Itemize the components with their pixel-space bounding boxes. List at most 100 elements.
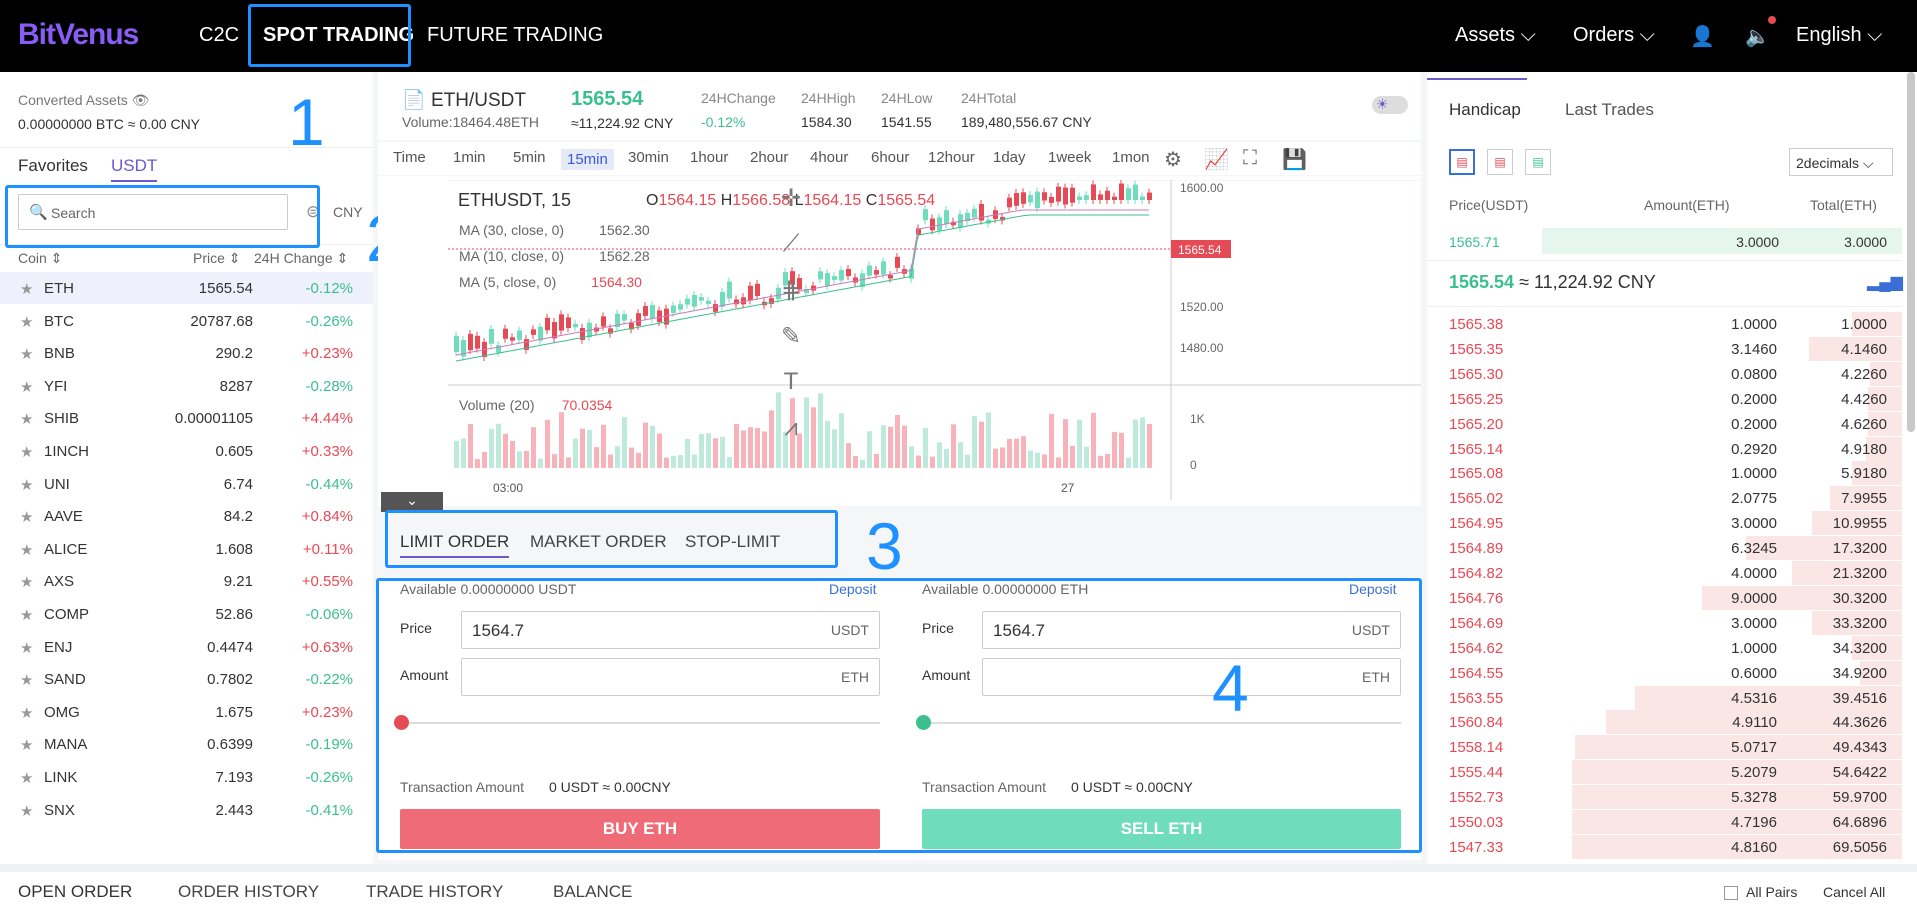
interval-4hour[interactable]: 4hour (810, 149, 848, 166)
eye-icon[interactable]: 👁 (132, 92, 150, 108)
col-24h-change[interactable]: 24H Change ⇕ (254, 250, 348, 267)
nav-orders[interactable]: Orders ⌵ (1573, 24, 1655, 47)
language-select[interactable]: English ⌵ (1796, 24, 1882, 47)
tab-balance[interactable]: BALANCE (553, 882, 632, 902)
ask-row[interactable]: 1565.25 0.2000 4.4260 (1427, 386, 1917, 412)
nav-future-trading[interactable]: FUTURE TRADING (427, 24, 603, 47)
ask-row[interactable]: 1565.08 1.0000 5.9180 (1427, 461, 1917, 486)
ask-row[interactable]: 1547.33 4.8160 69.5056 (1427, 834, 1917, 860)
interval-15min[interactable]: 15min (561, 149, 614, 170)
user-icon[interactable]: 👤 (1690, 24, 1715, 49)
settings-icon[interactable]: ⚙ (1164, 147, 1182, 172)
coin-row[interactable]: ★ LINK 7.193 -0.26% (0, 761, 373, 793)
ask-row[interactable]: 1565.38 1.0000 1.0000 (1427, 312, 1917, 337)
star-icon[interactable]: ★ (20, 704, 33, 722)
tab-trade-history[interactable]: TRADE HISTORY (366, 882, 503, 902)
star-icon[interactable]: ★ (20, 606, 33, 624)
ask-row[interactable]: 1564.89 6.3245 17.3200 (1427, 536, 1917, 561)
view-both-icon[interactable]: ▤ (1449, 149, 1475, 175)
tab-handicap[interactable]: Handicap (1449, 100, 1521, 120)
pattern-tool-icon[interactable]: ⩘ (773, 414, 809, 450)
interval-Time[interactable]: Time (393, 149, 426, 166)
view-bids-icon[interactable]: ▤ (1525, 149, 1551, 175)
tab-usdt[interactable]: USDT (111, 156, 158, 182)
col-coin[interactable]: Coin ⇕ (18, 250, 62, 267)
theme-toggle[interactable]: ☀ (1372, 96, 1408, 114)
interval-2hour[interactable]: 2hour (750, 149, 788, 166)
star-icon[interactable]: ★ (20, 410, 33, 428)
decimals-select[interactable]: 2decimals ⌵ (1789, 148, 1893, 176)
coin-row[interactable]: ★ SAND 0.7802 -0.22% (0, 663, 373, 695)
ask-row[interactable]: 1565.20 0.2000 4.6260 (1427, 411, 1917, 437)
star-icon[interactable]: ★ (20, 802, 33, 820)
ask-row[interactable]: 1564.62 1.0000 34.3200 (1427, 635, 1917, 661)
star-icon[interactable]: ★ (20, 313, 33, 331)
view-asks-icon[interactable]: ▤ (1487, 149, 1513, 175)
star-icon[interactable]: ★ (20, 736, 33, 754)
brush-tool-icon[interactable]: ✎ (773, 322, 809, 358)
fib-tool-icon[interactable]: ⋕ (773, 276, 809, 312)
ask-row[interactable]: 1555.44 5.2079 54.6422 (1427, 760, 1917, 785)
tab-last-trades[interactable]: Last Trades (1565, 100, 1654, 120)
ask-row[interactable]: 1565.02 2.0775 7.9955 (1427, 486, 1917, 511)
interval-5min[interactable]: 5min (513, 149, 546, 166)
ob-top-price[interactable]: 1565.71 (1449, 234, 1500, 250)
star-icon[interactable]: ★ (20, 639, 33, 657)
fullscreen-icon[interactable]: ⛶ (1243, 147, 1257, 170)
brand-logo[interactable]: BitVenus (18, 18, 139, 52)
ask-row[interactable]: 1552.73 5.3278 59.9700 (1427, 785, 1917, 810)
ask-row[interactable]: 1564.95 3.0000 10.9955 (1427, 511, 1917, 536)
pair-title[interactable]: 📄 ETH/USDT (402, 88, 526, 112)
coin-row[interactable]: ★ UNI 6.74 -0.44% (0, 468, 373, 500)
tab-order-history[interactable]: ORDER HISTORY (178, 882, 319, 902)
star-icon[interactable]: ★ (20, 280, 33, 298)
trendline-tool-icon[interactable]: ⟋ (773, 230, 809, 266)
interval-1week[interactable]: 1week (1048, 149, 1091, 166)
coin-row[interactable]: ★ SNX 2.443 -0.41% (0, 794, 373, 826)
nav-assets[interactable]: Assets ⌵ (1455, 24, 1536, 47)
ask-row[interactable]: 1558.14 5.0717 49.4343 (1427, 735, 1917, 760)
interval-1day[interactable]: 1day (993, 149, 1026, 166)
star-icon[interactable]: ★ (20, 508, 33, 526)
ask-row[interactable]: 1564.82 4.0000 21.3200 (1427, 561, 1917, 586)
ask-row[interactable]: 1565.14 0.2920 4.9180 (1427, 436, 1917, 462)
scrollbar[interactable] (1907, 72, 1915, 432)
interval-1min[interactable]: 1min (453, 149, 486, 166)
ask-row[interactable]: 1565.35 3.1460 4.1460 (1427, 336, 1917, 362)
speaker-icon[interactable]: 🔈 (1745, 24, 1770, 49)
coin-row[interactable]: ★ ALICE 1.608 +0.11% (0, 533, 373, 565)
star-icon[interactable]: ★ (20, 378, 33, 396)
star-icon[interactable]: ★ (20, 671, 33, 689)
coin-row[interactable]: ★ ETH 1565.54 -0.12% (0, 272, 373, 304)
coin-row[interactable]: ★ ENJ 0.4474 +0.63% (0, 631, 373, 663)
ask-row[interactable]: 1560.84 4.9110 44.3626 (1427, 710, 1917, 735)
coin-row[interactable]: ★ SHIB 0.00001105 +4.44% (0, 402, 373, 434)
coin-row[interactable]: ★ AXS 9.21 +0.55% (0, 565, 373, 597)
star-icon[interactable]: ★ (20, 476, 33, 494)
coin-row[interactable]: ★ YFI 8287 -0.28% (0, 370, 373, 402)
interval-30min[interactable]: 30min (628, 149, 669, 166)
interval-6hour[interactable]: 6hour (871, 149, 909, 166)
ask-row[interactable]: 1564.76 9.0000 30.3200 (1427, 585, 1917, 611)
ask-row[interactable]: 1565.30 0.0800 4.2260 (1427, 361, 1917, 387)
interval-1hour[interactable]: 1hour (690, 149, 728, 166)
depth-chart-icon[interactable]: ▂▄▆ (1867, 272, 1903, 292)
tab-favorites[interactable]: Favorites (18, 156, 88, 176)
coin-row[interactable]: ★ OMG 1.675 +0.23% (0, 696, 373, 728)
text-tool-icon[interactable]: T (773, 368, 809, 404)
coin-row[interactable]: ★ BNB 290.2 +0.23% (0, 337, 373, 369)
col-price[interactable]: Price ⇕ (193, 250, 241, 267)
coin-row[interactable]: ★ BTC 20787.68 -0.26% (0, 305, 373, 337)
interval-1mon[interactable]: 1mon (1112, 149, 1150, 166)
ask-row[interactable]: 1564.69 3.0000 33.3200 (1427, 610, 1917, 636)
star-icon[interactable]: ★ (20, 345, 33, 363)
ask-row[interactable]: 1563.55 4.5316 39.4516 (1427, 685, 1917, 711)
coin-row[interactable]: ★ AAVE 84.2 +0.84% (0, 500, 373, 532)
ask-row[interactable]: 1550.03 4.7196 64.6896 (1427, 810, 1917, 835)
star-icon[interactable]: ★ (20, 769, 33, 787)
interval-12hour[interactable]: 12hour (928, 149, 975, 166)
coin-row[interactable]: ★ 1INCH 0.605 +0.33% (0, 435, 373, 467)
tab-open-order[interactable]: OPEN ORDER (18, 882, 132, 902)
save-icon[interactable]: 💾 (1282, 147, 1307, 172)
cancel-all-button[interactable]: Cancel All (1823, 884, 1885, 900)
